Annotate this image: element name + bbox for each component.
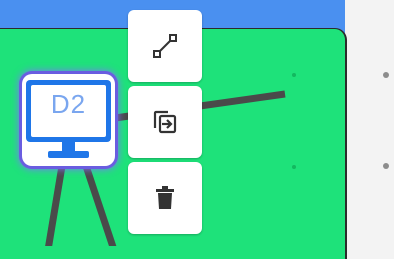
duplicate-icon: [153, 110, 177, 134]
duplicate-button[interactable]: [128, 86, 202, 158]
grid-dot: [292, 73, 296, 77]
side-panel-dot: [383, 163, 389, 169]
grid-dot: [292, 165, 296, 169]
monitor-icon: [26, 80, 111, 158]
device-label: D2: [50, 89, 87, 119]
delete-button[interactable]: [128, 162, 202, 234]
side-panel-dot: [383, 72, 389, 78]
side-panel: [347, 0, 394, 246]
edge-button[interactable]: [128, 10, 202, 82]
node-toolbar: [128, 10, 202, 238]
device-node-d2[interactable]: D2: [22, 74, 115, 166]
connect-line-icon: [153, 34, 177, 58]
trash-icon: [156, 186, 174, 209]
